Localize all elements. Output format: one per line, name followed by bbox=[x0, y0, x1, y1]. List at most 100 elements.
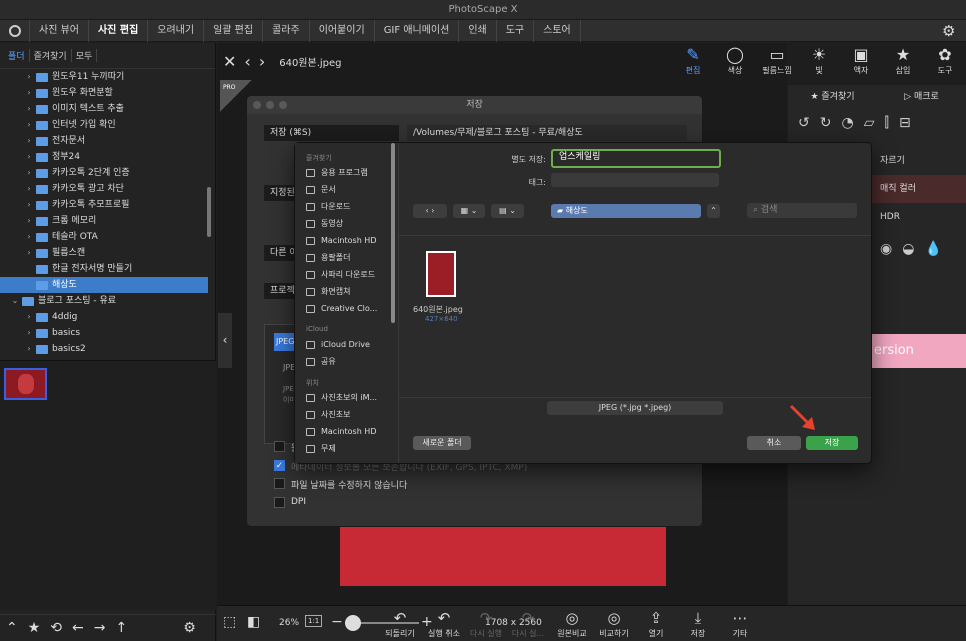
folder-select[interactable]: ▰ 해상도 bbox=[551, 204, 701, 218]
folder-tree-item[interactable]: › 인터넷 가입 확인 bbox=[0, 117, 208, 133]
sidebar-location[interactable]: 용팔폴더 bbox=[295, 249, 398, 266]
min-dot-icon[interactable] bbox=[266, 101, 274, 109]
disclosure-icon[interactable]: › bbox=[24, 309, 34, 325]
disclosure-icon[interactable]: › bbox=[24, 197, 34, 213]
folder-tree-item[interactable]: › 전자문서 bbox=[0, 133, 208, 149]
bottom-action[interactable]: ↶ 실행 취소 bbox=[424, 608, 464, 639]
bottom-action[interactable]: ◎ 원본비교 bbox=[552, 608, 592, 639]
folder-tree-item[interactable]: › 윈도우 화면분할 bbox=[0, 85, 208, 101]
menu-item[interactable]: 이어붙이기 bbox=[310, 19, 375, 42]
bottom-action[interactable]: ↶ 되돌리기 bbox=[380, 608, 420, 639]
resize-icon[interactable]: ⊟ bbox=[899, 115, 911, 131]
bottom-action[interactable]: ⇪ 열기 bbox=[636, 608, 676, 639]
zoom-out-icon[interactable]: − bbox=[331, 614, 343, 630]
next-icon[interactable]: › bbox=[259, 52, 265, 71]
disclosure-icon[interactable]: › bbox=[24, 85, 34, 101]
folder-tree-item[interactable]: › 카카오톡 2단계 인증 bbox=[0, 165, 208, 181]
zoom-slider-knob[interactable] bbox=[345, 615, 361, 631]
sidebar-location[interactable]: 사진초보 bbox=[295, 406, 398, 423]
disclosure-icon[interactable]: › bbox=[24, 341, 34, 357]
bottom-action[interactable]: ↷ 다시 실... bbox=[508, 608, 548, 639]
close-dot-icon[interactable] bbox=[253, 101, 261, 109]
up-chevron-icon[interactable]: ⌃ bbox=[6, 620, 18, 636]
straighten-icon[interactable]: ▱ bbox=[864, 115, 875, 131]
rotate-left-icon[interactable]: ↺ bbox=[798, 115, 810, 131]
sidebar-scrollbar[interactable] bbox=[391, 143, 395, 323]
tool-2[interactable]: ▭ 필름느낌 bbox=[756, 43, 798, 85]
cancel-button[interactable]: 취소 bbox=[747, 436, 801, 450]
folder-tree-item[interactable]: › 크롬 메모리 bbox=[0, 213, 208, 229]
folder-tree-item[interactable]: › 카카오톡 광고 차단 bbox=[0, 181, 208, 197]
tab-macro[interactable]: ▷ 매크로 bbox=[877, 89, 966, 102]
folder-tree-item[interactable]: ⌄ 블로그 포스팅 - 유료 bbox=[0, 293, 208, 309]
save-button[interactable]: 저장 bbox=[806, 436, 858, 450]
tool-4[interactable]: ▣ 액자 bbox=[840, 43, 882, 85]
tool-6[interactable]: ✿ 도구 bbox=[924, 43, 966, 85]
save-as-field[interactable]: 업스케일링 bbox=[551, 149, 721, 168]
folder-tree-item[interactable]: › 4ddig bbox=[0, 309, 208, 325]
disclosure-icon[interactable]: › bbox=[24, 117, 34, 133]
disclosure-icon[interactable]: › bbox=[24, 213, 34, 229]
sidebar-location[interactable]: 다운로드 bbox=[295, 198, 398, 215]
format-select[interactable]: JPEG (*.jpg *.jpeg) bbox=[547, 401, 723, 415]
menu-item[interactable]: GIF 애니메이션 bbox=[375, 19, 460, 42]
split-view-icon[interactable]: ◧ bbox=[247, 614, 260, 630]
folder-tree-item[interactable]: 한글 전자서명 만들기 bbox=[0, 261, 208, 277]
sidebar-location[interactable]: 동영상 bbox=[295, 215, 398, 232]
thumbnail-selected[interactable] bbox=[4, 368, 47, 400]
original-checkbox[interactable] bbox=[274, 441, 285, 452]
drop-icon[interactable]: 💧 bbox=[924, 241, 941, 257]
tool-5[interactable]: ★ 삽입 bbox=[882, 43, 924, 85]
disclosure-icon[interactable]: › bbox=[24, 165, 34, 181]
sidebar-location[interactable]: Macintosh HD bbox=[295, 232, 398, 249]
collapse-panel-button[interactable]: ‹ bbox=[218, 313, 232, 368]
disclosure-icon[interactable]: › bbox=[24, 229, 34, 245]
up-arrow-icon[interactable]: ↑ bbox=[116, 620, 128, 636]
view-grid-button[interactable]: ▦ ⌄ bbox=[453, 204, 485, 218]
option-project[interactable]: 프로젝 bbox=[264, 283, 298, 299]
menu-item[interactable]: 인쇄 bbox=[459, 19, 497, 42]
metadata-checkbox[interactable]: ✓ bbox=[274, 460, 285, 471]
menu-item[interactable]: 사진 편집 bbox=[89, 19, 149, 42]
menu-item[interactable]: 사진 뷰어 bbox=[30, 19, 89, 42]
menu-item[interactable]: 도구 bbox=[497, 19, 535, 42]
app-logo-icon[interactable] bbox=[0, 19, 30, 42]
fit-icon[interactable]: ⬚ bbox=[223, 614, 236, 630]
folder-tree-item[interactable]: › 카카오톡 추모프로필 bbox=[0, 197, 208, 213]
disclosure-icon[interactable]: › bbox=[24, 149, 34, 165]
expand-button[interactable]: ⌃ bbox=[707, 204, 720, 218]
menu-item[interactable]: 스토어 bbox=[534, 19, 581, 42]
menu-item[interactable]: 콜라주 bbox=[263, 19, 310, 42]
keep-date-checkbox[interactable] bbox=[274, 478, 285, 489]
tags-field[interactable] bbox=[551, 173, 719, 187]
file-thumbnail[interactable] bbox=[426, 251, 456, 297]
folder-tree-item[interactable]: 해상도 bbox=[0, 277, 208, 293]
menu-item[interactable]: 일괄 편집 bbox=[204, 19, 264, 42]
tab-favorites[interactable]: ★ 즐겨찾기 bbox=[788, 89, 877, 102]
disclosure-icon[interactable]: › bbox=[24, 101, 34, 117]
folder-tree-item[interactable]: › 정부24 bbox=[0, 149, 208, 165]
browser-tab[interactable]: 즐겨찾기 bbox=[30, 49, 72, 62]
browser-tab[interactable]: 폴더 bbox=[4, 49, 30, 62]
zoom-dot-icon[interactable] bbox=[279, 101, 287, 109]
prev-icon[interactable]: ‹ bbox=[244, 52, 250, 71]
menu-item[interactable]: 오려내기 bbox=[148, 19, 205, 42]
contrast-icon[interactable]: ◒ bbox=[902, 241, 914, 257]
sidebar-location[interactable]: 무제 bbox=[295, 440, 398, 457]
brightness-icon[interactable]: ◉ bbox=[880, 241, 892, 257]
folder-tree-item[interactable]: › 테슬라 OTA bbox=[0, 229, 208, 245]
flip-icon[interactable]: ⫿ bbox=[884, 115, 888, 131]
view-group-button[interactable]: ▤ ⌄ bbox=[491, 204, 524, 218]
sidebar-location[interactable]: iCloud Drive bbox=[295, 336, 398, 353]
sidebar-location[interactable]: 응용 프로그램 bbox=[295, 164, 398, 181]
disclosure-icon[interactable]: › bbox=[24, 69, 34, 85]
bottom-action[interactable]: ↷ 다시 실행 bbox=[466, 608, 506, 639]
disclosure-icon[interactable]: ⌄ bbox=[10, 293, 20, 309]
sidebar-location[interactable]: 화면캡쳐 bbox=[295, 283, 398, 300]
bottom-action[interactable]: ⋯ 기타 bbox=[720, 608, 760, 639]
disclosure-icon[interactable]: › bbox=[24, 245, 34, 261]
auto-icon[interactable]: ◔ bbox=[841, 115, 853, 131]
sidebar-location[interactable]: 문서 bbox=[295, 181, 398, 198]
tool-3[interactable]: ☀ 빛 bbox=[798, 43, 840, 85]
promo-banner[interactable]: ersion bbox=[870, 334, 966, 368]
